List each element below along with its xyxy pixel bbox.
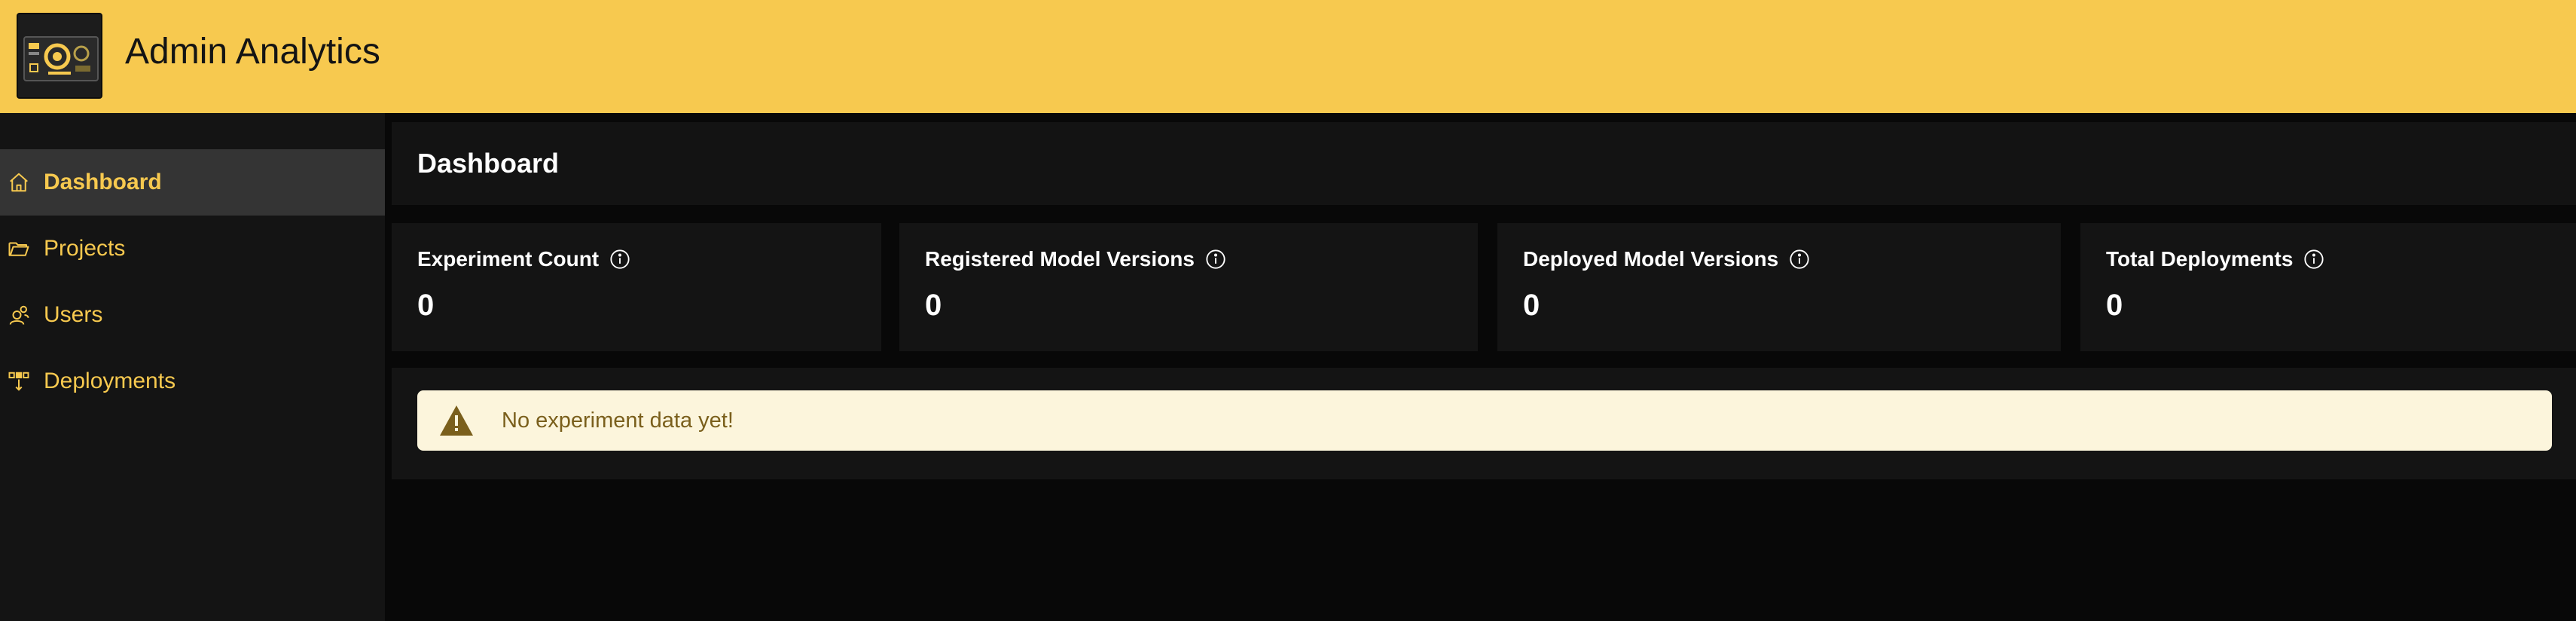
stat-value: 0 [925,289,942,322]
sidebar: Dashboard Projects Users Deployments [0,113,385,621]
sidebar-item-label: Deployments [44,369,176,393]
folder-icon [6,236,32,262]
stat-label: Experiment Count [417,247,600,271]
page-title: Dashboard [417,148,560,179]
sidebar-item-users[interactable]: Users [0,282,385,348]
top-bar: Admin Analytics [0,0,2576,113]
stat-value: 0 [417,289,435,322]
app-title: Admin Analytics [125,32,380,72]
info-icon[interactable] [1205,249,1226,270]
sidebar-item-dashboard[interactable]: Dashboard [0,149,385,216]
sidebar-item-label: Dashboard [44,170,162,194]
experiment-panel: No experiment data yet! [392,368,2576,479]
sidebar-item-projects[interactable]: Projects [0,216,385,282]
users-icon [6,302,32,328]
info-icon[interactable] [609,249,630,270]
alert-message: No experiment data yet! [502,408,734,433]
home-icon [6,170,32,195]
stat-card-total-deployments: Total Deployments 0 [2080,223,2576,351]
stat-card-registered-model-versions: Registered Model Versions 0 [899,223,1478,351]
warning-icon [438,404,475,437]
stat-card-experiment-count: Experiment Count 0 [392,223,881,351]
empty-state-alert: No experiment data yet! [417,390,2552,451]
sidebar-item-label: Projects [44,236,126,261]
info-icon[interactable] [1789,249,1810,270]
stat-label: Deployed Model Versions [1523,247,1779,271]
app-logo-icon[interactable] [17,13,102,99]
stat-label: Registered Model Versions [925,247,1195,271]
stat-value: 0 [1523,289,1540,322]
page-header: Dashboard [392,122,2576,205]
stat-value: 0 [2106,289,2123,322]
stat-label: Total Deployments [2106,247,2294,271]
stat-card-deployed-model-versions: Deployed Model Versions 0 [1497,223,2061,351]
sidebar-item-label: Users [44,302,103,327]
sidebar-item-deployments[interactable]: Deployments [0,348,385,415]
info-icon[interactable] [2303,249,2324,270]
deployments-icon [6,369,32,394]
